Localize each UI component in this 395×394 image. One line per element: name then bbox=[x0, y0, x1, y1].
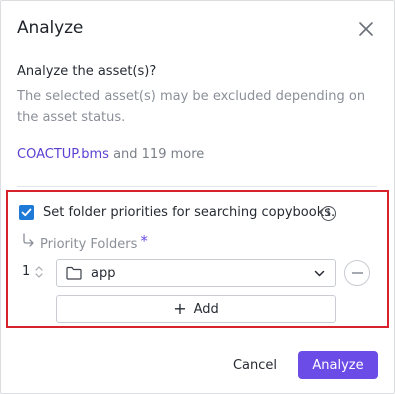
stepper-icon[interactable] bbox=[34, 263, 44, 281]
priority-folders-text: Priority Folders bbox=[40, 237, 138, 252]
add-folder-label: Add bbox=[193, 301, 219, 317]
divider bbox=[17, 186, 377, 187]
remove-folder-button[interactable] bbox=[344, 260, 370, 286]
required-mark: * bbox=[140, 232, 148, 250]
folder-priority-label[interactable]: Set folder priorities for searching copy… bbox=[43, 205, 335, 220]
dialog-description: The selected asset(s) may be excluded de… bbox=[17, 89, 366, 125]
folder-priority-checkbox[interactable] bbox=[19, 205, 34, 220]
priority-folders-label: Priority Folders * bbox=[40, 232, 148, 252]
asset-summary: COACTUP.bms and 119 more bbox=[17, 147, 204, 162]
analyze-dialog: Analyze Analyze the asset(s)? The select… bbox=[0, 0, 395, 394]
close-button[interactable] bbox=[355, 18, 377, 40]
folder-icon bbox=[66, 266, 82, 280]
folder-select-value: app bbox=[91, 265, 116, 281]
dialog-title: Analyze bbox=[17, 18, 84, 38]
plus-icon: + bbox=[173, 298, 187, 318]
info-icon[interactable]: i bbox=[321, 206, 336, 221]
remove-icon bbox=[351, 272, 363, 274]
close-icon bbox=[359, 22, 373, 36]
dialog-question: Analyze the asset(s)? bbox=[17, 64, 157, 79]
asset-more-text: and 119 more bbox=[113, 147, 205, 162]
add-folder-button[interactable]: + Add bbox=[56, 295, 336, 323]
checkmark-icon bbox=[21, 208, 32, 217]
analyze-button[interactable]: Analyze bbox=[298, 351, 378, 379]
asset-link[interactable]: COACTUP.bms bbox=[17, 147, 109, 162]
indent-arrow-icon bbox=[23, 233, 34, 247]
chevron-down-icon bbox=[314, 270, 325, 277]
folder-select[interactable]: app bbox=[56, 259, 336, 287]
folder-row-index: 1 bbox=[22, 264, 31, 279]
cancel-button[interactable]: Cancel bbox=[224, 351, 286, 379]
